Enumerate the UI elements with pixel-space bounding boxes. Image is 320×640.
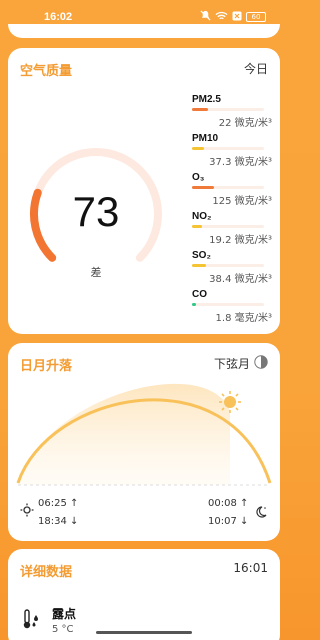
- sun-icon: [20, 503, 34, 520]
- pollutant-no2: NO₂ 19.2 微克/米³: [192, 211, 272, 250]
- pollutant-bar: [192, 303, 197, 306]
- previous-card-bottom: [8, 24, 280, 38]
- pollutant-bar: [192, 108, 208, 111]
- status-time: 16:02: [44, 11, 73, 23]
- pollutant-name: SO₂: [192, 250, 211, 261]
- sunrise-row: 06:25 ↑: [38, 498, 78, 509]
- sunrise-time: 06:25: [38, 498, 67, 509]
- detail-card[interactable]: 详细数据 16:01 露点 5 °C: [8, 549, 280, 640]
- battery-icon: 60: [246, 12, 266, 22]
- sim-icon: [232, 11, 242, 24]
- pollutant-name: PM2.5: [192, 94, 221, 105]
- pollutant-value: 38.4 微克/米³: [209, 274, 272, 285]
- pollutant-value: 1.8 毫克/米³: [215, 313, 272, 324]
- pollutant-so2: SO₂ 38.4 微克/米³: [192, 250, 272, 289]
- pollutant-o3: O₃ 125 微克/米³: [192, 172, 272, 211]
- mute-icon: [200, 10, 211, 24]
- pollutant-bar: [192, 147, 204, 150]
- detail-title: 详细数据: [20, 565, 73, 580]
- pollutant-bar-track: [192, 264, 264, 267]
- sun-moon-card[interactable]: 日月升落 下弦月 06:25 ↑ 18:34 ↓ 00:08 ↑ 10:07 ↓: [8, 343, 280, 541]
- pollutant-bar-track: [192, 147, 264, 150]
- moon-stars-icon: [254, 505, 268, 522]
- pollutant-value: 19.2 微克/米³: [209, 235, 272, 246]
- air-quality-period[interactable]: 今日: [244, 60, 268, 77]
- home-indicator[interactable]: [96, 631, 192, 634]
- pollutant-bar-track: [192, 108, 264, 111]
- sun-arc-chart: [16, 383, 272, 493]
- wifi-icon: [215, 11, 228, 24]
- air-quality-card[interactable]: 空气质量 今日 73 差 PM2.5 22 微克/米³ PM10 37.3 微克…: [8, 48, 280, 334]
- dew-point-icon: [22, 609, 42, 631]
- pollutant-name: O₃: [192, 172, 205, 183]
- aqi-value: 73: [72, 188, 120, 235]
- up-arrow-icon: ↑: [240, 498, 249, 509]
- pollutant-value: 22 微克/米³: [218, 118, 272, 129]
- pollutant-name: NO₂: [192, 211, 212, 222]
- pollutant-name: CO: [192, 289, 207, 300]
- dew-point-value: 5 °C: [52, 624, 74, 635]
- status-icons: 60: [200, 10, 266, 24]
- pollutant-bar-track: [192, 303, 264, 306]
- pollutant-bar-track: [192, 225, 264, 228]
- moonrise-row: 00:08 ↑: [208, 498, 248, 509]
- air-quality-title: 空气质量: [20, 64, 73, 79]
- pollutant-bar: [192, 186, 214, 189]
- pollutant-value: 125 微克/米³: [212, 196, 272, 207]
- pollutant-bar-track: [192, 186, 264, 189]
- pollutant-pm25: PM2.5 22 微克/米³: [192, 94, 272, 133]
- down-arrow-icon: ↓: [70, 516, 79, 527]
- up-arrow-icon: ↑: [70, 498, 79, 509]
- pollutant-list: PM2.5 22 微克/米³ PM10 37.3 微克/米³ O₃ 125 微克…: [192, 94, 272, 328]
- dew-point-label: 露点: [52, 607, 77, 621]
- pollutant-bar: [192, 264, 207, 267]
- aqi-level: 差: [90, 266, 102, 279]
- sunset-row: 18:34 ↓: [38, 516, 78, 527]
- moonset-time: 10:07: [208, 516, 237, 527]
- moonset-row: 10:07 ↓: [208, 516, 248, 527]
- sunset-time: 18:34: [38, 516, 67, 527]
- pollutant-co: CO 1.8 毫克/米³: [192, 289, 272, 328]
- pollutant-bar: [192, 225, 203, 228]
- moonrise-time: 00:08: [208, 498, 237, 509]
- detail-time: 16:01: [233, 561, 268, 575]
- pollutant-value: 37.3 微克/米³: [209, 157, 272, 168]
- daylight-area: [18, 383, 230, 485]
- down-arrow-icon: ↓: [240, 516, 249, 527]
- pollutant-name: PM10: [192, 133, 219, 144]
- pollutant-pm10: PM10 37.3 微克/米³: [192, 133, 272, 172]
